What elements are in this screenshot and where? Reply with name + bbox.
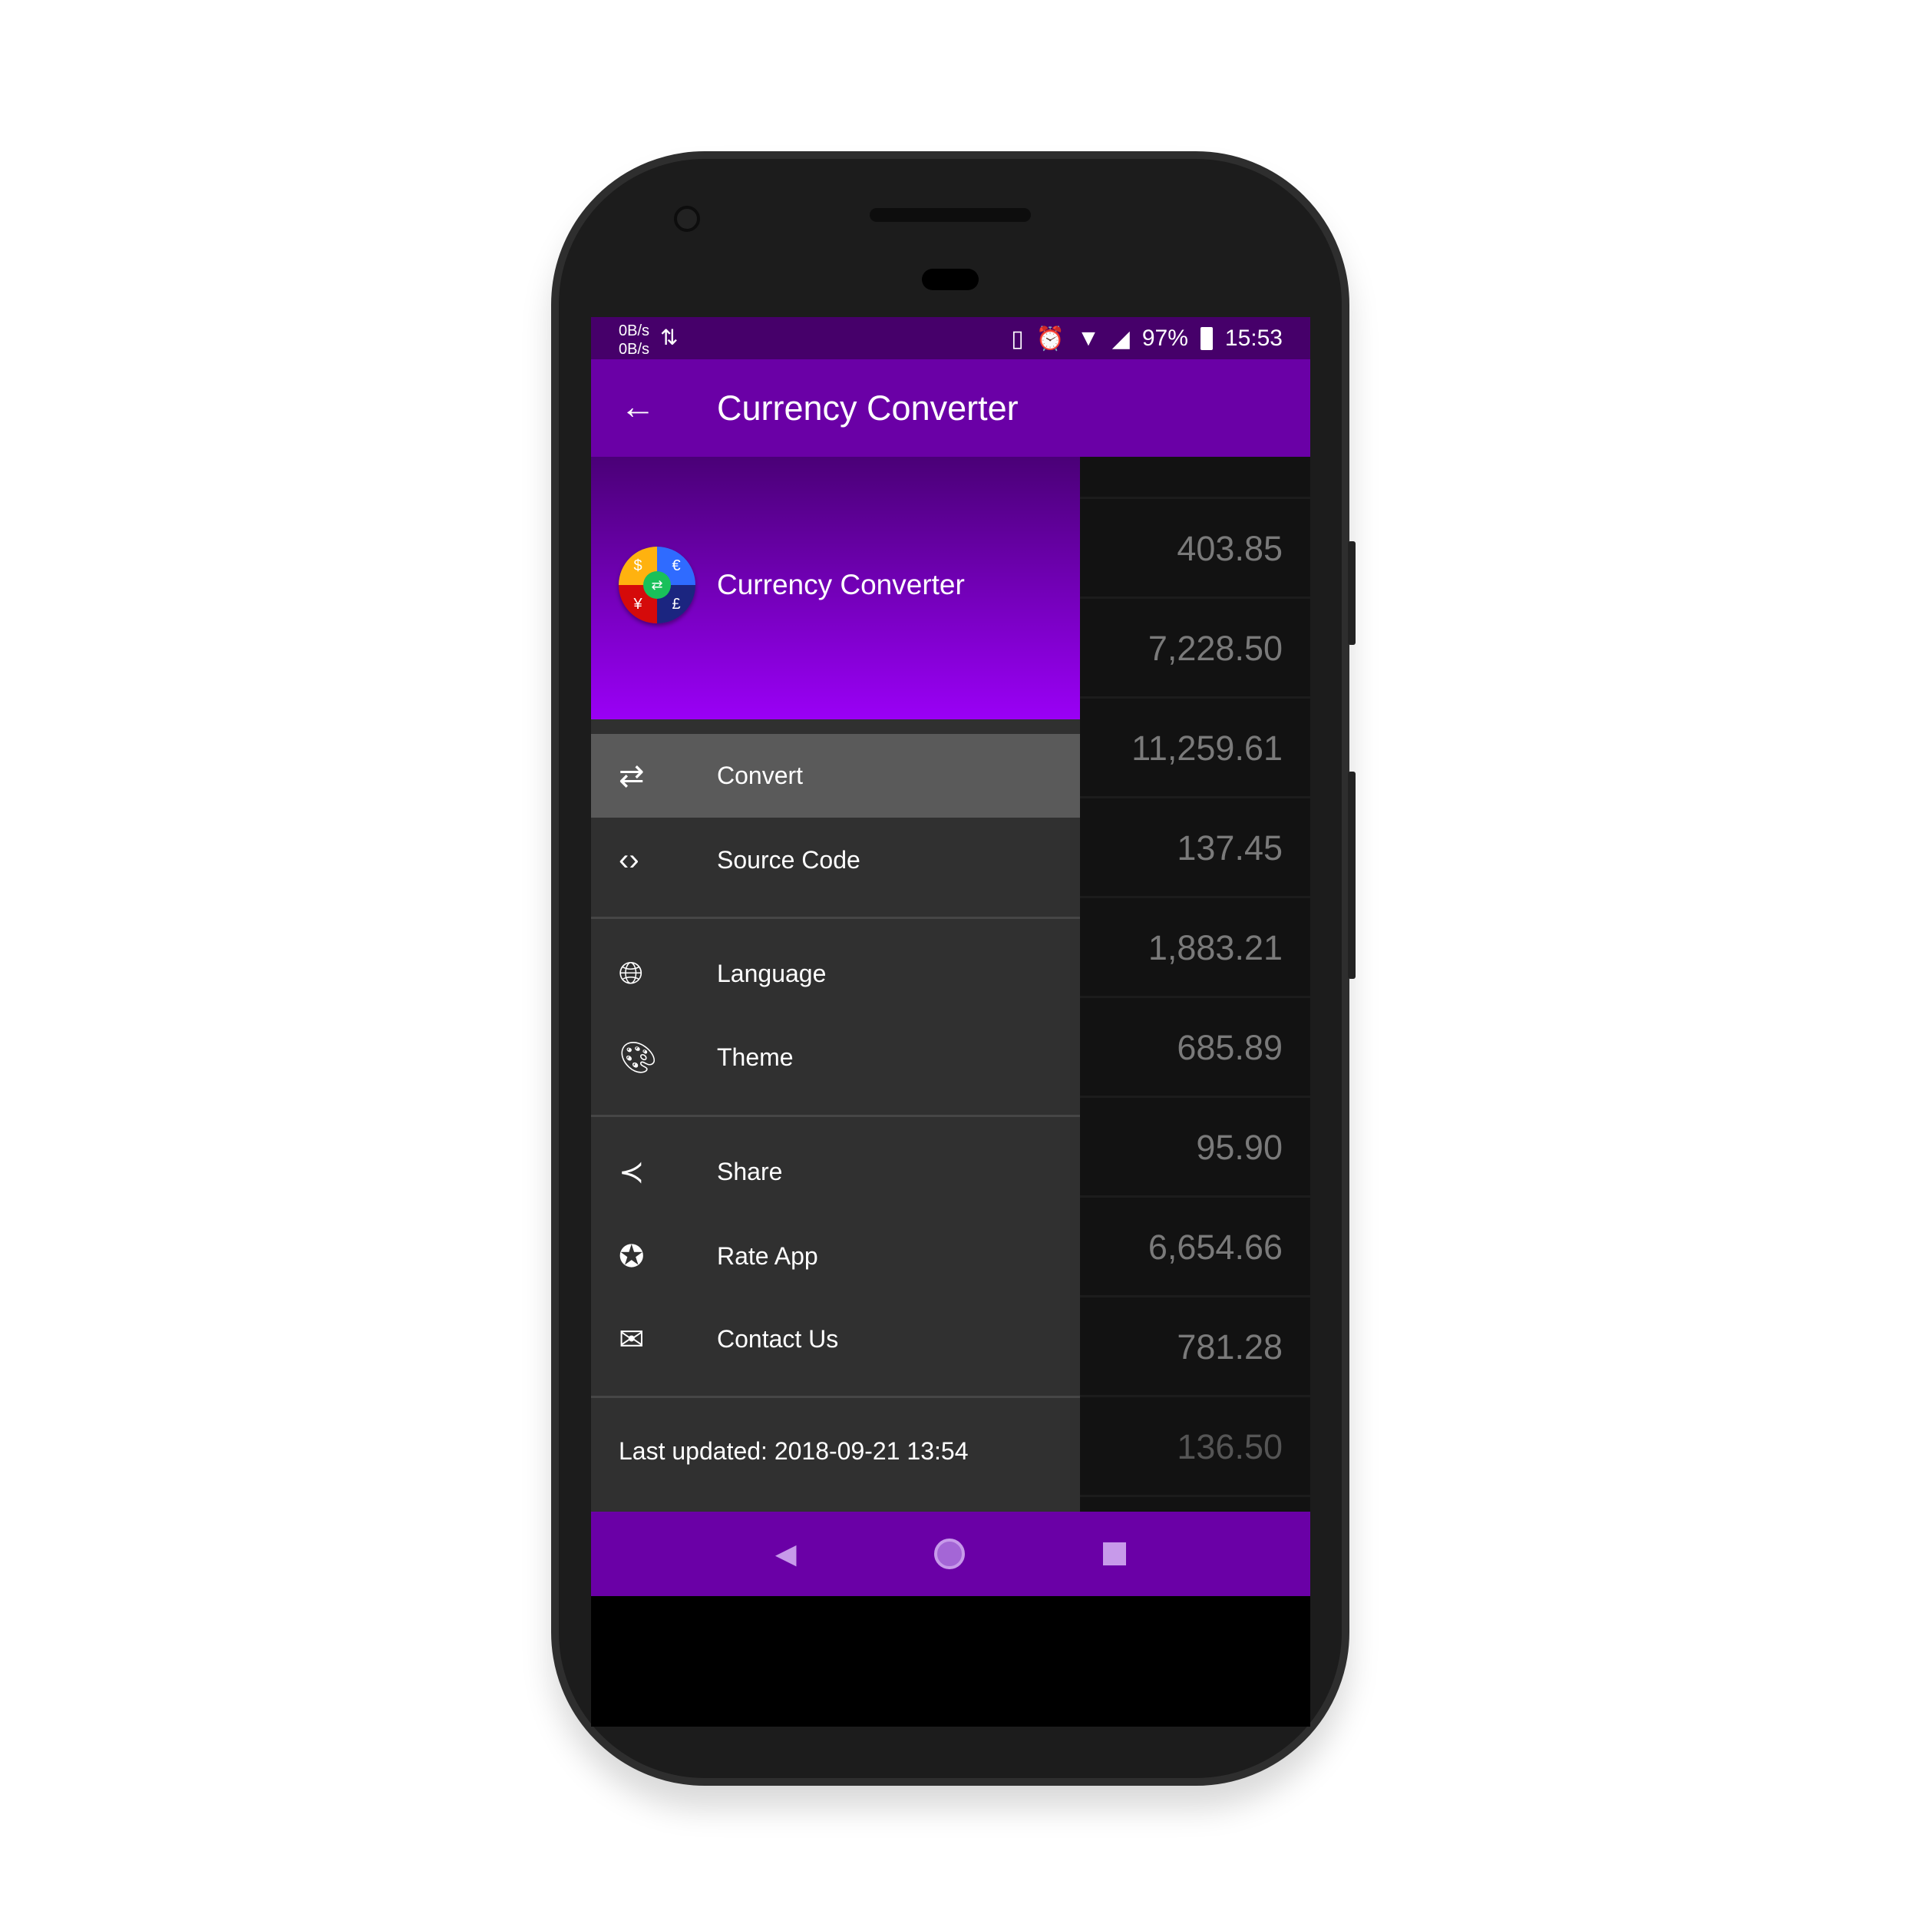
code-icon: ‹› bbox=[619, 843, 639, 877]
toolbar-title: Currency Converter bbox=[717, 388, 1019, 428]
divider bbox=[591, 1115, 1080, 1117]
share-icon: ≺ bbox=[619, 1155, 645, 1189]
list-item[interactable]: 6,654.66 bbox=[1080, 1198, 1310, 1297]
list-item[interactable]: 136.50 bbox=[1080, 1397, 1310, 1497]
list-item[interactable]: 403.85 bbox=[1080, 499, 1310, 599]
drawer-item-theme[interactable]: 🎨︎ Theme bbox=[591, 1016, 1080, 1099]
list-item[interactable]: 137.45 bbox=[1080, 798, 1310, 898]
navigation-drawer: $ € ¥ £ ⇄ Currency Converter ⇄ Convert ‹›… bbox=[591, 457, 1080, 1512]
toolbar: ← Currency Converter bbox=[591, 359, 1310, 457]
drawer-item-label: Convert bbox=[717, 762, 804, 789]
status-bar: 0B/s 0B/s ⇅ ▯ ⏰ ▼ ◢ 97% 15:53 bbox=[591, 317, 1310, 359]
divider bbox=[591, 1396, 1080, 1398]
power-button bbox=[1348, 541, 1356, 645]
back-arrow-icon[interactable]: ← bbox=[620, 387, 656, 425]
volume-button bbox=[1348, 772, 1356, 979]
alarm-icon: ⏰ bbox=[1035, 326, 1065, 352]
system-nav-bar: ◀ bbox=[591, 1512, 1310, 1596]
net-speed: 0B/s 0B/s bbox=[619, 322, 649, 359]
star-icon: ✪ bbox=[619, 1239, 645, 1274]
drawer-item-rate-app[interactable]: ✪ Rate App bbox=[591, 1215, 1080, 1298]
battery-charging-icon bbox=[1200, 327, 1213, 350]
drawer-item-label: Rate App bbox=[717, 1242, 818, 1270]
globe-icon: 🌐︎ bbox=[619, 957, 643, 990]
list-item-clipped bbox=[1080, 457, 1310, 499]
logo-swap-icon: ⇄ bbox=[643, 571, 671, 599]
drawer-item-share[interactable]: ≺ Share bbox=[591, 1130, 1080, 1214]
wifi-icon: ▼ bbox=[1077, 326, 1100, 351]
drawer-item-label: Language bbox=[717, 960, 827, 987]
drawer-item-label: Share bbox=[717, 1158, 783, 1185]
divider bbox=[591, 917, 1080, 919]
nav-home-icon[interactable] bbox=[934, 1539, 966, 1569]
mail-icon: ✉ bbox=[619, 1322, 645, 1357]
drawer-item-convert[interactable]: ⇄ Convert bbox=[591, 734, 1080, 818]
drawer-title: Currency Converter bbox=[717, 569, 965, 600]
last-updated: Last updated: 2018-09-21 13:54 bbox=[619, 1437, 969, 1465]
vibrate-icon: ▯ bbox=[1011, 326, 1024, 352]
drawer-item-label: Contact Us bbox=[717, 1325, 839, 1353]
drawer-item-label: Source Code bbox=[717, 846, 860, 874]
drawer-item-label: Theme bbox=[717, 1043, 794, 1071]
conversion-list[interactable]: 403.85 7,228.50 11,259.61 137.45 1,883.2… bbox=[1080, 457, 1310, 1497]
net-up: 0B/s bbox=[619, 322, 650, 339]
battery-percent: 97% bbox=[1141, 326, 1188, 351]
clock: 15:53 bbox=[1224, 326, 1283, 351]
drawer-item-source-code[interactable]: ‹› Source Code bbox=[591, 818, 1080, 902]
screen: 0B/s 0B/s ⇅ ▯ ⏰ ▼ ◢ 97% 15:53 ← Currency … bbox=[591, 317, 1310, 1596]
data-transfer-icon: ⇅ bbox=[660, 326, 679, 349]
bottom-bezel bbox=[591, 1596, 1310, 1727]
list-item[interactable]: 95.90 bbox=[1080, 1098, 1310, 1198]
palette-icon: 🎨︎ bbox=[619, 1041, 658, 1075]
list-item[interactable]: 7,228.50 bbox=[1080, 599, 1310, 699]
list-item[interactable]: 781.28 bbox=[1080, 1297, 1310, 1397]
list-item[interactable]: 685.89 bbox=[1080, 998, 1310, 1098]
swap-icon: ⇄ bbox=[619, 759, 645, 793]
sensor bbox=[922, 269, 979, 290]
earpiece bbox=[870, 208, 1031, 222]
drawer-item-language[interactable]: 🌐︎ Language bbox=[591, 932, 1080, 1016]
signal-icon: ◢ bbox=[1111, 326, 1130, 352]
front-camera bbox=[674, 206, 700, 232]
nav-recents-icon[interactable] bbox=[1103, 1542, 1127, 1565]
drawer-item-contact-us[interactable]: ✉ Contact Us bbox=[591, 1297, 1080, 1381]
nav-back-icon[interactable]: ◀ bbox=[775, 1538, 797, 1570]
app-logo: $ € ¥ £ ⇄ bbox=[619, 547, 695, 623]
net-down: 0B/s bbox=[619, 341, 650, 358]
list-item[interactable]: 1,883.21 bbox=[1080, 898, 1310, 998]
list-item[interactable]: 11,259.61 bbox=[1080, 699, 1310, 798]
